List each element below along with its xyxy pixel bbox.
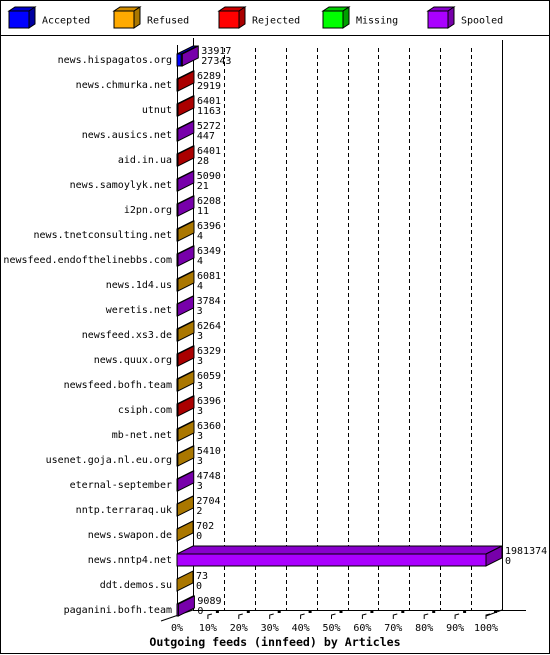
legend-swatch-missing: [322, 10, 344, 29]
value-label-accepted: 1163: [197, 106, 221, 117]
legend-swatch-side: [447, 6, 455, 29]
value-label-accepted: 447: [197, 131, 215, 142]
value-label-accepted: 27343: [201, 56, 231, 67]
x-tick-label: 0%: [171, 623, 183, 634]
host-label: news.chmurka.net: [76, 80, 172, 91]
x-tick-label: 100%: [474, 623, 498, 634]
x-tick-marker: [246, 610, 250, 613]
x-tick-label: 10%: [199, 623, 217, 634]
legend-label: Refused: [147, 16, 189, 27]
x-tick-marker: [494, 610, 497, 613]
bar-row: [176, 545, 503, 567]
x-tick-marker: [401, 610, 405, 613]
host-label: eternal-september: [70, 480, 172, 491]
chart-title: Outgoing feeds (innfeed) by Articles: [149, 635, 400, 649]
value-label-accepted: 3: [197, 431, 203, 442]
value-label-accepted: 2: [196, 506, 202, 517]
host-label: mb-net.net: [112, 430, 172, 441]
value-label-accepted: 4: [197, 256, 203, 267]
outgoing-feeds-chart: Accepted Refused Rejected Missing Spooled ne…: [0, 0, 550, 654]
legend-swatch-side: [28, 6, 36, 29]
bar-segment-spooled: [176, 553, 487, 567]
legend-label: Spooled: [461, 16, 503, 27]
x-tick-label: 40%: [292, 623, 310, 634]
host-label: utnut: [142, 105, 172, 116]
value-label-accepted: 3: [197, 481, 203, 492]
value-label-accepted: 0: [197, 606, 203, 617]
x-tick-label: 80%: [415, 623, 433, 634]
value-label-accepted: 21: [197, 181, 209, 192]
legend-swatch-accepted: [8, 10, 30, 29]
value-label-accepted: 0: [196, 581, 202, 592]
value-label-accepted: 3: [197, 331, 203, 342]
x-tick-marker: [432, 610, 436, 613]
value-label-accepted: 11: [197, 206, 209, 217]
value-label-accepted: 3: [197, 381, 203, 392]
host-label: nntp.terraraq.uk: [76, 505, 172, 516]
x-tick-label: 20%: [230, 623, 248, 634]
value-label-accepted: 3: [197, 406, 203, 417]
host-label: news.samoylyk.net: [70, 180, 172, 191]
x-tick-marker: [277, 610, 281, 613]
x-tick-label: 30%: [261, 623, 279, 634]
x-tick-marker: [215, 610, 219, 613]
legend-swatch-rejected: [218, 10, 240, 29]
host-label: news.quux.org: [94, 355, 172, 366]
value-label-accepted: 0: [196, 531, 202, 542]
host-label: i2pn.org: [124, 205, 172, 216]
host-label: usenet.goja.nl.eu.org: [46, 455, 172, 466]
legend-swatch-spooled: [427, 10, 449, 29]
x-tick-marker: [370, 610, 374, 613]
host-label: aid.in.ua: [118, 155, 172, 166]
bar-segment-accepted: [176, 53, 182, 67]
host-label: weretis.net: [106, 305, 172, 316]
host-label: news.nntp4.net: [88, 555, 172, 566]
legend-swatch-refused: [113, 10, 135, 29]
x-tick-label: 50%: [322, 623, 340, 634]
legend-label: Missing: [356, 16, 398, 27]
x-tick-marker: [339, 610, 343, 613]
value-label-accepted: 3: [197, 456, 203, 467]
x-tick-label: 90%: [446, 623, 464, 634]
host-label: news.1d4.us: [106, 280, 172, 291]
legend-swatch-side: [238, 6, 246, 29]
host-label: newsfeed.endofthelinebbs.com: [3, 255, 172, 266]
bar-top-spooled: [176, 545, 503, 555]
host-label: news.swapon.de: [88, 530, 172, 541]
value-label-accepted: 28: [197, 156, 209, 167]
host-label: news.ausics.net: [82, 130, 172, 141]
host-label: news.hispagatos.org: [58, 55, 172, 66]
value-label-accepted: 4: [197, 231, 203, 242]
value-label-accepted: 4: [197, 281, 203, 292]
x-tick-marker: [463, 610, 467, 613]
chart-container: Accepted Refused Rejected Missing Spooled ne…: [0, 0, 550, 655]
legend-label: Accepted: [42, 16, 90, 27]
value-label-accepted: 0: [505, 556, 511, 567]
value-label-accepted: 2919: [197, 81, 221, 92]
host-label: paganini.bofh.team: [64, 605, 172, 616]
legend-swatch-side: [133, 6, 141, 29]
x-tick-label: 60%: [353, 623, 371, 634]
legend-swatch-side: [342, 6, 350, 29]
x-tick-label: 70%: [384, 623, 402, 634]
x-tick-marker: [308, 610, 312, 613]
value-label-accepted: 3: [197, 356, 203, 367]
host-label: ddt.demos.su: [100, 580, 172, 591]
value-label-total: 1981374: [505, 546, 547, 557]
host-label: csiph.com: [118, 405, 172, 416]
host-label: newsfeed.bofh.team: [64, 380, 172, 391]
host-label: newsfeed.xs3.de: [82, 330, 172, 341]
host-label: news.tnetconsulting.net: [34, 230, 172, 241]
value-label-accepted: 3: [197, 306, 203, 317]
legend-label: Rejected: [252, 16, 300, 27]
